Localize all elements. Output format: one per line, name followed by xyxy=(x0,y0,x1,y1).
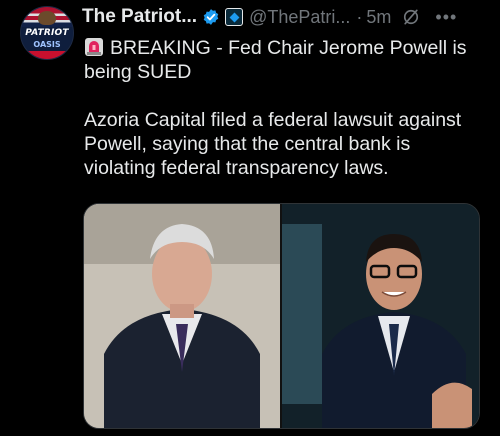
verified-badge-icon xyxy=(203,9,219,25)
post-line-4: Powell, saying that the central bank is xyxy=(84,133,411,155)
siren-emoji-icon xyxy=(85,38,103,56)
eagle-icon xyxy=(38,11,56,25)
post-text: BREAKING - Fed Chair Jerome Powell is be… xyxy=(84,36,480,180)
post-timestamp[interactable]: 5m xyxy=(366,7,391,28)
media-photo-right[interactable] xyxy=(282,204,479,428)
speaker-photo xyxy=(282,204,479,428)
post-line-2: being SUED xyxy=(84,61,192,83)
post-line-5: violating federal transparency laws. xyxy=(84,157,389,179)
post-line-3: Azoria Capital filed a federal lawsuit a… xyxy=(84,109,462,131)
post-avatar[interactable]: PATRIOT OASIS xyxy=(20,6,74,60)
post-line-1: BREAKING - Fed Chair Jerome Powell is xyxy=(84,36,480,60)
more-icon[interactable]: ••• xyxy=(435,7,457,28)
post-blank-line xyxy=(84,84,480,108)
avatar-text-top: PATRIOT xyxy=(25,28,69,38)
media-photo-left[interactable] xyxy=(84,204,280,428)
post-line-1-text: BREAKING - Fed Chair Jerome Powell is xyxy=(110,37,467,59)
grok-icon[interactable] xyxy=(401,7,421,27)
post-media[interactable] xyxy=(83,203,480,429)
avatar-stripe xyxy=(21,51,73,59)
powell-photo xyxy=(84,204,280,428)
account-name[interactable]: The Patriot... xyxy=(82,6,197,28)
header-separator: · xyxy=(356,6,363,27)
affiliate-badge-icon[interactable] xyxy=(225,8,244,26)
avatar-text-bottom: OASIS xyxy=(33,40,61,49)
account-handle[interactable]: @ThePatri... xyxy=(249,7,350,28)
post-header: The Patriot... @ThePatri... · 5m ••• xyxy=(82,6,486,28)
